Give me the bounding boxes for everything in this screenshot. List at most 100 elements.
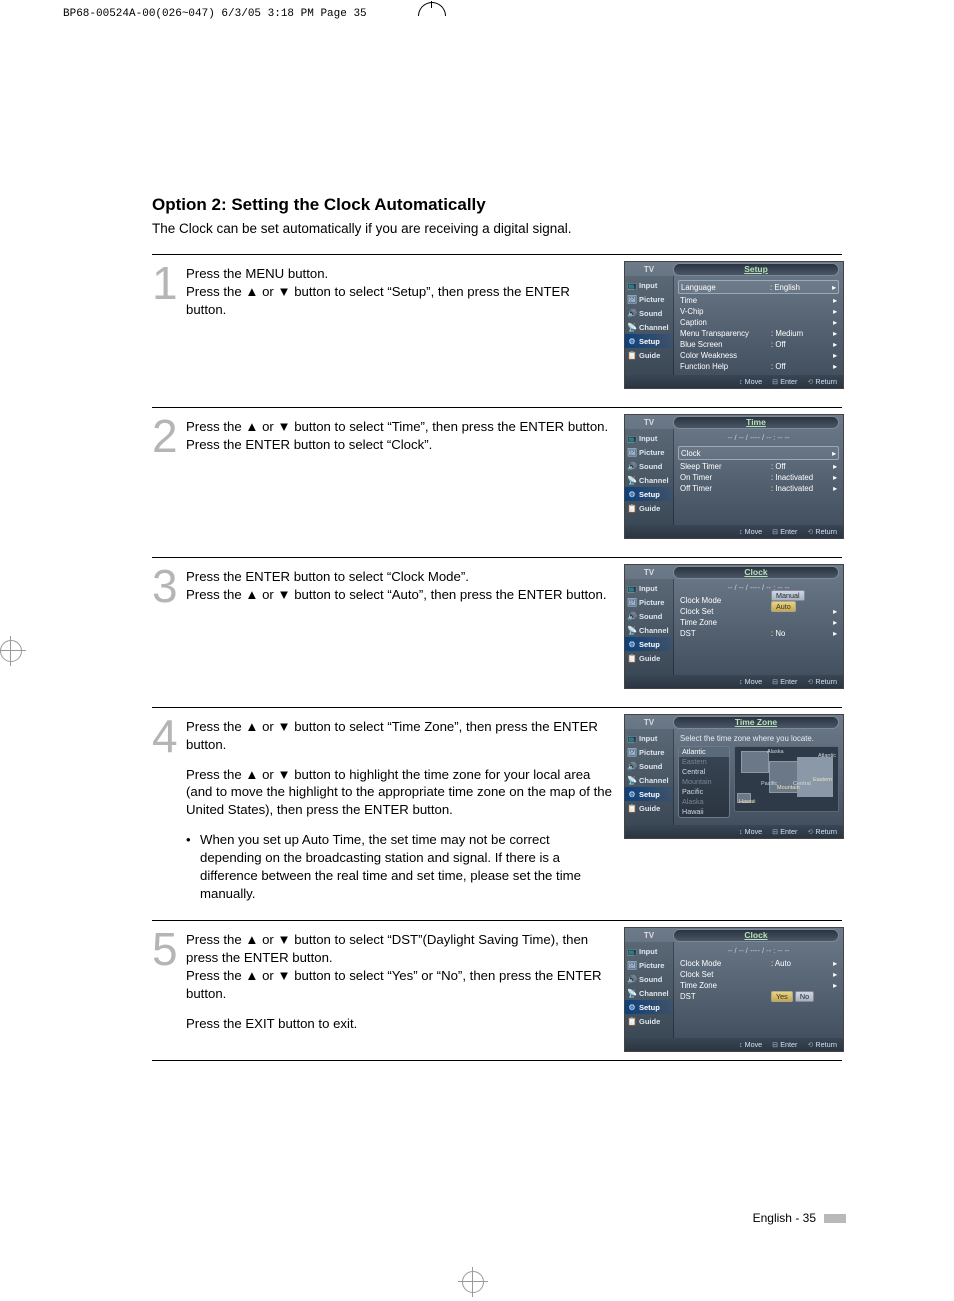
up-arrow-icon: ▲ bbox=[245, 419, 258, 434]
osd-side-tab-sound: 🔊Sound bbox=[625, 759, 673, 773]
osd-timezone-item: Mountain bbox=[679, 777, 729, 787]
step-4: 4 Press the ▲ or ▼ button to select “Tim… bbox=[152, 707, 842, 920]
osd-screenshot-clock: TV Clock 📺Input🖼Picture🔊Sound📡Channel⚙Se… bbox=[624, 564, 842, 689]
osd-side-tab-setup: ⚙Setup bbox=[625, 334, 673, 348]
osd-side-icon: 🔊 bbox=[627, 611, 637, 621]
osd-hint-move: ↕ Move bbox=[739, 527, 762, 536]
up-arrow-icon: ▲ bbox=[245, 719, 258, 734]
osd-menu-row: Clock▸ bbox=[678, 446, 839, 460]
osd-hint-enter: ⊟ Enter bbox=[772, 1040, 797, 1049]
osd-side-tab-picture: 🖼Picture bbox=[625, 445, 673, 459]
osd-menu-row: Time Zone▸ bbox=[678, 617, 839, 628]
text: Press the bbox=[186, 968, 245, 983]
osd-menu-row: Blue Screen: Off▸ bbox=[678, 339, 839, 350]
osd-side-tab-guide: 📋Guide bbox=[625, 651, 673, 665]
osd-side-icon: 📡 bbox=[627, 775, 637, 785]
osd-side-icon: ⚙ bbox=[627, 789, 637, 799]
osd-side-icon: 🖼 bbox=[627, 294, 637, 304]
down-arrow-icon: ▼ bbox=[278, 587, 291, 602]
osd-tv-label: TV bbox=[625, 718, 673, 727]
osd-menu-row: Sleep Timer: Off▸ bbox=[678, 461, 839, 472]
text: Press the bbox=[186, 419, 245, 434]
text: or bbox=[258, 587, 277, 602]
osd-option: Manual bbox=[771, 590, 805, 601]
text: Press the ENTER button to select “Clock”… bbox=[186, 437, 432, 452]
osd-side-tab-sound: 🔊Sound bbox=[625, 972, 673, 986]
osd-hint-enter: ⊟ Enter bbox=[772, 677, 797, 686]
osd-side-icon: ⚙ bbox=[627, 639, 637, 649]
osd-date-placeholder: -- / -- / ---- / -- : -- -- bbox=[678, 432, 839, 445]
osd-side-icon: 🖼 bbox=[627, 960, 637, 970]
registration-mark-left bbox=[0, 640, 30, 670]
osd-menu-row: DST: No▸ bbox=[678, 628, 839, 639]
osd-timezone-item: Eastern bbox=[679, 757, 729, 767]
osd-hint-return: ⟲ Return bbox=[807, 677, 837, 686]
map-label: Pacific bbox=[761, 781, 777, 787]
osd-side-tab-setup: ⚙Setup bbox=[625, 1000, 673, 1014]
osd-side-tab-sound: 🔊Sound bbox=[625, 459, 673, 473]
osd-menu-row: Menu Transparency: Medium▸ bbox=[678, 328, 839, 339]
osd-screenshot-setup: TV Setup 📺Input🖼Picture🔊Sound📡Channel⚙Se… bbox=[624, 261, 842, 389]
text: Press the EXIT button to exit. bbox=[186, 1016, 357, 1031]
up-arrow-icon: ▲ bbox=[245, 284, 258, 299]
osd-option: Auto bbox=[771, 601, 796, 612]
osd-side-tab-guide: 📋Guide bbox=[625, 501, 673, 515]
osd-side-tab-guide: 📋Guide bbox=[625, 801, 673, 815]
osd-side-tab-picture: 🖼Picture bbox=[625, 745, 673, 759]
osd-title: Clock bbox=[673, 929, 839, 942]
osd-screenshot-timezone: TV Time Zone 📺Input🖼Picture🔊Sound📡Channe… bbox=[624, 714, 842, 839]
up-arrow-icon: ▲ bbox=[245, 932, 258, 947]
osd-menu-row: Clock ModeManual Auto bbox=[678, 595, 839, 606]
osd-tv-label: TV bbox=[625, 931, 673, 940]
osd-side-tab-picture: 🖼Picture bbox=[625, 595, 673, 609]
page-footer-bar bbox=[824, 1214, 846, 1223]
osd-side-icon: 📋 bbox=[627, 1016, 637, 1026]
map-label: Hawaii bbox=[739, 799, 756, 805]
text: Press the bbox=[186, 932, 245, 947]
osd-side-tab-sound: 🔊Sound bbox=[625, 609, 673, 623]
osd-screenshot-time: TV Time 📺Input🖼Picture🔊Sound📡Channel⚙Set… bbox=[624, 414, 842, 539]
osd-side-icon: ⚙ bbox=[627, 336, 637, 346]
osd-menu-row: Clock Mode: Auto▸ bbox=[678, 958, 839, 969]
osd-menu-row: Caption▸ bbox=[678, 317, 839, 328]
osd-side-icon: 🖼 bbox=[627, 747, 637, 757]
up-arrow-icon: ▲ bbox=[245, 968, 258, 983]
osd-side-icon: 📺 bbox=[627, 280, 637, 290]
text: or bbox=[258, 968, 277, 983]
osd-menu-row: Clock Set▸ bbox=[678, 969, 839, 980]
osd-title: Clock bbox=[673, 566, 839, 579]
osd-side-tab-channel: 📡Channel bbox=[625, 473, 673, 487]
map-label: Atlantic bbox=[818, 753, 836, 759]
osd-side-icon: 📺 bbox=[627, 433, 637, 443]
osd-hint-move: ↕ Move bbox=[739, 1040, 762, 1049]
osd-side-tab-setup: ⚙Setup bbox=[625, 637, 673, 651]
osd-timezone-prompt: Select the time zone where you locate. bbox=[678, 732, 839, 746]
osd-side-tab-guide: 📋Guide bbox=[625, 1014, 673, 1028]
osd-timezone-item: Hawaii bbox=[679, 807, 729, 817]
osd-timezone-item: Central bbox=[679, 767, 729, 777]
osd-timezone-item: Pacific bbox=[679, 787, 729, 797]
osd-side-tab-input: 📺Input bbox=[625, 944, 673, 958]
step-text: Press the MENU button. Press the ▲ or ▼ … bbox=[186, 261, 624, 330]
osd-screenshot-clock-dst: TV Clock 📺Input🖼Picture🔊Sound📡Channel⚙Se… bbox=[624, 927, 842, 1052]
text: or bbox=[258, 932, 277, 947]
page-footer-text: English - 35 bbox=[753, 1211, 816, 1225]
osd-side-tab-setup: ⚙Setup bbox=[625, 787, 673, 801]
osd-timezone-item: Alaska bbox=[679, 797, 729, 807]
osd-menu-row: Language: English▸ bbox=[678, 280, 839, 294]
page-arc bbox=[418, 2, 446, 16]
osd-hint-return: ⟲ Return bbox=[807, 377, 837, 386]
step-3: 3 Press the ENTER button to select “Cloc… bbox=[152, 557, 842, 707]
osd-side-icon: 🔊 bbox=[627, 974, 637, 984]
osd-side-icon: 🔊 bbox=[627, 461, 637, 471]
osd-hint-move: ↕ Move bbox=[739, 377, 762, 386]
osd-side-icon: 📋 bbox=[627, 803, 637, 813]
osd-menu-row: Off Timer: Inactivated▸ bbox=[678, 483, 839, 494]
section-heading: Option 2: Setting the Clock Automaticall… bbox=[152, 195, 842, 215]
osd-timezone-list: AtlanticEasternCentralMountainPacificAla… bbox=[678, 746, 730, 818]
text: button to select “Time”, then press the … bbox=[291, 419, 609, 434]
osd-option: Yes bbox=[771, 991, 793, 1002]
osd-side-icon: 🔊 bbox=[627, 308, 637, 318]
osd-hint-enter: ⊟ Enter bbox=[772, 377, 797, 386]
osd-side-tab-input: 📺Input bbox=[625, 581, 673, 595]
